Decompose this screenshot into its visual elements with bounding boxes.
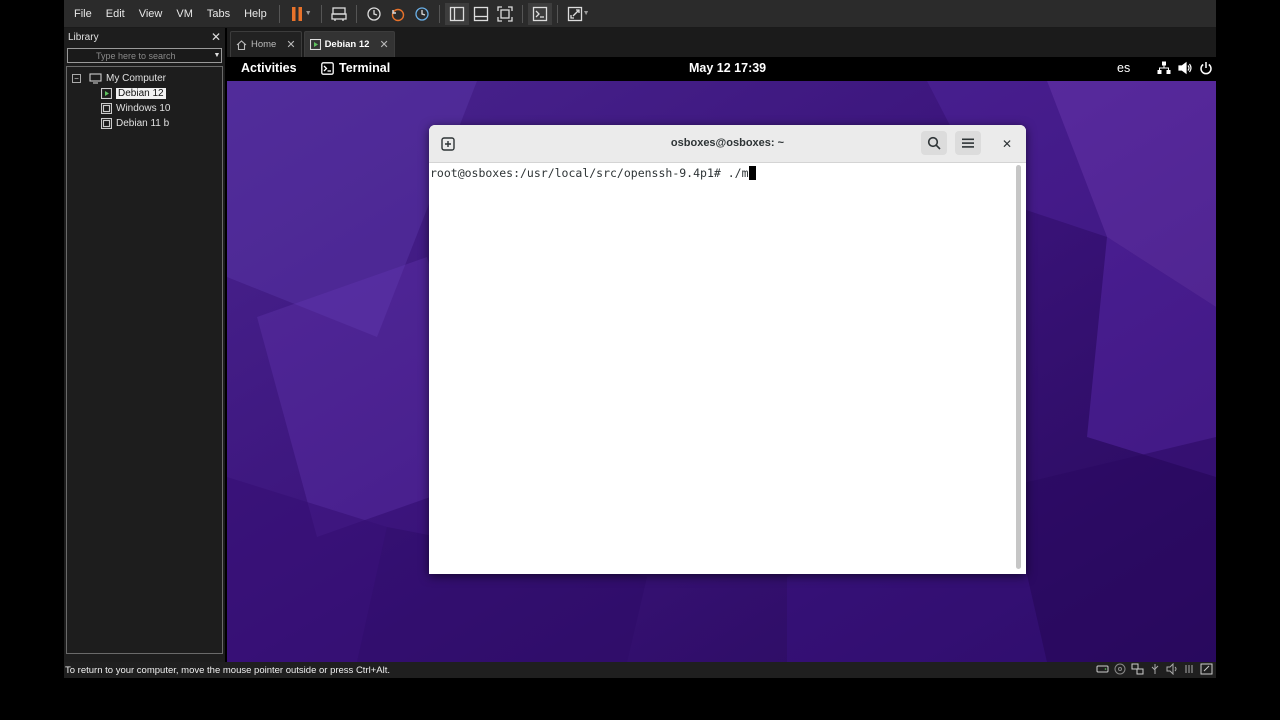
toolbar-separator [320,4,322,23]
close-icon[interactable]: ✕ [998,135,1016,153]
library-header: Library ✕ [64,28,225,46]
power-icon [1199,61,1213,78]
library-search-input[interactable] [68,49,213,62]
library-panel: Library ✕ ▼ − My Computer Debian 12 Wind… [64,28,225,662]
tree-label: Debian 11 b [116,118,170,129]
vm-running-icon [309,39,321,50]
terminal-body[interactable]: root@osboxes:/usr/local/src/openssh-9.4p… [429,163,1026,574]
sound-card-icon[interactable] [1166,662,1178,678]
tab-home[interactable]: Home ✕ [230,31,302,57]
home-icon [236,39,247,50]
shell-prompt: root@osboxes:/usr/local/src/openssh-9.4p… [430,166,728,180]
tree-item-debian-11-b[interactable]: Debian 11 b [67,116,222,131]
message-log-icon[interactable] [1183,663,1195,678]
toolbar-separator [355,4,357,23]
computer-icon [89,73,102,84]
terminal-prompt-line: root@osboxes:/usr/local/src/openssh-9.4p… [430,166,756,180]
terminal-window[interactable]: osboxes@osboxes: ~ ✕ root@osboxes:/usr/l… [429,125,1026,574]
clock[interactable]: May 12 17:39 [689,61,766,75]
library-tree: − My Computer Debian 12 Windows 10 Debia… [66,66,223,654]
hamburger-menu-icon[interactable] [955,131,981,155]
terminal-scrollbar[interactable] [1015,163,1024,574]
console-view-icon[interactable] [527,2,552,25]
system-tray[interactable] [1157,61,1213,78]
status-message: To return to your computer, move the mou… [65,664,390,676]
cd-dvd-icon[interactable] [1114,663,1126,678]
keyboard-layout-indicator[interactable]: es [1117,61,1130,75]
app-menu-terminal[interactable]: Terminal [321,61,390,75]
vm-icon [101,118,112,129]
tree-label: Windows 10 [116,103,171,114]
menu-file[interactable]: File [64,8,99,20]
collapse-icon[interactable]: − [72,74,81,83]
menu-vm[interactable]: VM [169,8,200,20]
toolbar-separator [521,4,523,23]
show-library-icon[interactable] [444,2,469,25]
pause-dropdown-icon[interactable]: ▼ [305,10,312,17]
tree-item-debian-12[interactable]: Debian 12 [67,86,222,101]
tree-label: Debian 12 [116,88,166,99]
text-cursor [748,166,756,180]
vm-running-icon [101,88,112,99]
tab-label: Home [251,39,277,50]
activities-button[interactable]: Activities [241,61,297,75]
snapshot-manager-icon[interactable] [410,3,434,25]
chevron-down-icon[interactable]: ▼ [213,52,221,59]
stretch-dropdown-icon[interactable]: ▼ [583,10,590,17]
menu-edit[interactable]: Edit [99,8,132,20]
toolbar-separator [556,4,558,23]
toolbar-separator [438,4,440,23]
vm-guest-screen[interactable]: Activities Terminal May 12 17:39 es osbo… [227,57,1216,662]
send-ctrl-alt-del-icon[interactable] [327,3,351,25]
library-title: Library [68,31,99,43]
revert-snapshot-icon[interactable] [386,3,410,25]
command-input[interactable]: ./m [728,166,749,180]
scrollbar-thumb[interactable] [1016,165,1021,569]
device-status-icons [1096,662,1213,678]
close-icon[interactable]: ✕ [286,38,295,51]
library-search-box[interactable]: ▼ [67,48,222,63]
hard-disk-icon[interactable] [1096,663,1109,678]
vm-icon [101,103,112,114]
close-icon[interactable]: ✕ [211,30,221,44]
search-icon[interactable] [921,131,947,155]
tree-label: My Computer [106,73,167,84]
usb-icon[interactable] [1149,663,1161,678]
terminal-headerbar[interactable]: osboxes@osboxes: ~ ✕ [429,125,1026,163]
vmware-status-bar: To return to your computer, move the mou… [64,662,1216,678]
full-screen-icon[interactable] [493,3,517,25]
network-icon [1157,61,1171,78]
network-adapter-icon[interactable] [1131,663,1144,678]
tab-label: Debian 12 [324,39,370,50]
menu-view[interactable]: View [132,8,170,20]
close-icon[interactable]: ✕ [379,38,388,51]
snapshot-icon[interactable] [362,3,386,25]
tree-item-windows-10[interactable]: Windows 10 [67,101,222,116]
menu-tabs[interactable]: Tabs [200,8,237,20]
vmware-menubar: File Edit View VM Tabs Help ▼ ▼ [64,0,1216,28]
vm-tab-bar: Home ✕ Debian 12 ✕ [227,28,1216,57]
thumbnail-bar-icon[interactable] [469,3,493,25]
tree-item-my-computer[interactable]: − My Computer [67,71,222,86]
gnome-top-bar: Activities Terminal May 12 17:39 es [227,57,1216,81]
status-panel-icon[interactable] [1200,663,1213,678]
app-menu-label: Terminal [339,61,391,75]
toolbar-separator [278,4,280,23]
volume-icon [1178,61,1192,78]
menu-help[interactable]: Help [237,8,274,20]
terminal-icon [321,61,334,75]
tab-debian-12[interactable]: Debian 12 ✕ [303,31,395,57]
